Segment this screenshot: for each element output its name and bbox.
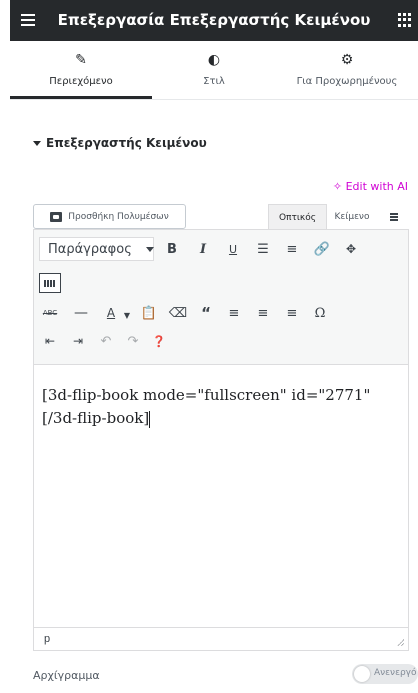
align-center-icon[interactable]: ≡ [252,302,274,324]
redo-icon[interactable]: ↷ [122,330,144,352]
editor-menu-icon[interactable] [380,204,408,229]
add-media-button[interactable]: Προσθήκη Πολυμέσων [33,204,186,229]
link-icon[interactable]: 🔗 [311,238,333,260]
text-editor: Παράγραφος B I U ☰ ≡ 🔗 ✥ ABC — A ▼ 📋 ⌫ “… [33,229,409,651]
gear-icon: ⚙ [340,52,354,68]
horizontal-line-icon[interactable]: — [70,302,92,324]
edit-with-ai-label: Edit with AI [345,180,408,193]
clear-formatting-icon[interactable]: ⌫ [167,302,189,324]
drop-cap-label: Αρχίγραμμα [33,669,100,682]
tab-content-label: Περιεχόμενο [49,76,113,87]
widgets-grid-icon[interactable] [398,13,412,27]
pencil-icon: ✎ [75,52,87,68]
contrast-icon: ◐ [207,52,221,68]
indent-icon[interactable]: ⇥ [67,330,89,352]
underline-icon[interactable]: U [222,238,244,260]
section-toggle[interactable]: Επεξεργαστής Κειμένου [33,136,207,150]
italic-icon[interactable]: I [192,238,214,260]
align-left-icon[interactable]: ≡ [223,302,245,324]
tab-style-label: Στιλ [203,76,225,87]
editor-toolbar: Παράγραφος B I U ☰ ≡ 🔗 ✥ ABC — A ▼ 📋 ⌫ “… [34,230,408,365]
bullet-list-icon[interactable]: ☰ [252,238,274,260]
paste-text-icon[interactable]: 📋 [138,302,160,324]
section-title: Επεξεργαστής Κειμένου [46,136,207,150]
bold-icon[interactable]: B [161,238,183,260]
panel-title: Επεξεργασία Επεξεργαστής Κειμένου [57,11,371,29]
content-line: [3d-flip-book mode="fullscreen" id="2771… [42,386,371,404]
media-icon [50,211,63,222]
element-path[interactable]: p [44,633,50,645]
format-select-value: Παράγραφος [48,241,132,257]
toggle-label: Ανενεργό [374,668,417,678]
edit-with-ai-link[interactable]: ✧ Edit with AI [333,180,408,193]
tab-content[interactable]: ✎ Περιεχόμενο [10,41,152,99]
drop-cap-toggle[interactable]: Ανενεργό [352,664,418,684]
add-media-label: Προσθήκη Πολυμέσων [68,211,169,222]
panel-tabs: ✎ Περιεχόμενο ◐ Στιλ ⚙ Για Προχωρημένους [10,41,418,100]
blockquote-icon[interactable]: “ [195,302,217,324]
strikethrough-icon[interactable]: ABC [39,302,61,324]
editor-statusbar: p [34,627,408,650]
outdent-icon[interactable]: ⇤ [39,330,61,352]
tab-visual-mode[interactable]: Οπτικός [268,204,327,230]
fullscreen-icon[interactable]: ✥ [340,238,362,260]
editor-content[interactable]: [3d-flip-book mode="fullscreen" id="2771… [42,384,392,430]
text-cursor [149,410,151,428]
undo-icon[interactable]: ↶ [95,330,117,352]
content-line-text: [/3d-flip-book] [42,409,150,427]
special-character-icon[interactable]: Ω [309,302,331,324]
toolbar-toggle-icon[interactable] [39,273,61,293]
toggle-knob [354,666,370,682]
align-right-icon[interactable]: ≡ [281,302,303,324]
content-line-closing: [/3d-flip-book] [42,407,392,430]
tab-advanced-label: Για Προχωρημένους [296,76,398,87]
sparkle-icon: ✧ [332,180,343,193]
panel-header: Επεξεργασία Επεξεργαστής Κειμένου [10,0,418,41]
tab-style[interactable]: ◐ Στιλ [152,41,276,99]
text-color-chevron-icon[interactable]: ▼ [116,304,138,326]
tab-text-mode[interactable]: Κείμενο [326,204,378,229]
caret-down-icon [33,141,41,146]
chevron-down-icon [145,246,154,252]
numbered-list-icon[interactable]: ≡ [281,238,303,260]
format-select[interactable]: Παράγραφος [39,237,154,261]
tab-advanced[interactable]: ⚙ Για Προχωρημένους [276,41,418,99]
resize-grip-icon[interactable] [397,639,404,646]
help-icon[interactable]: ❓ [148,330,170,352]
